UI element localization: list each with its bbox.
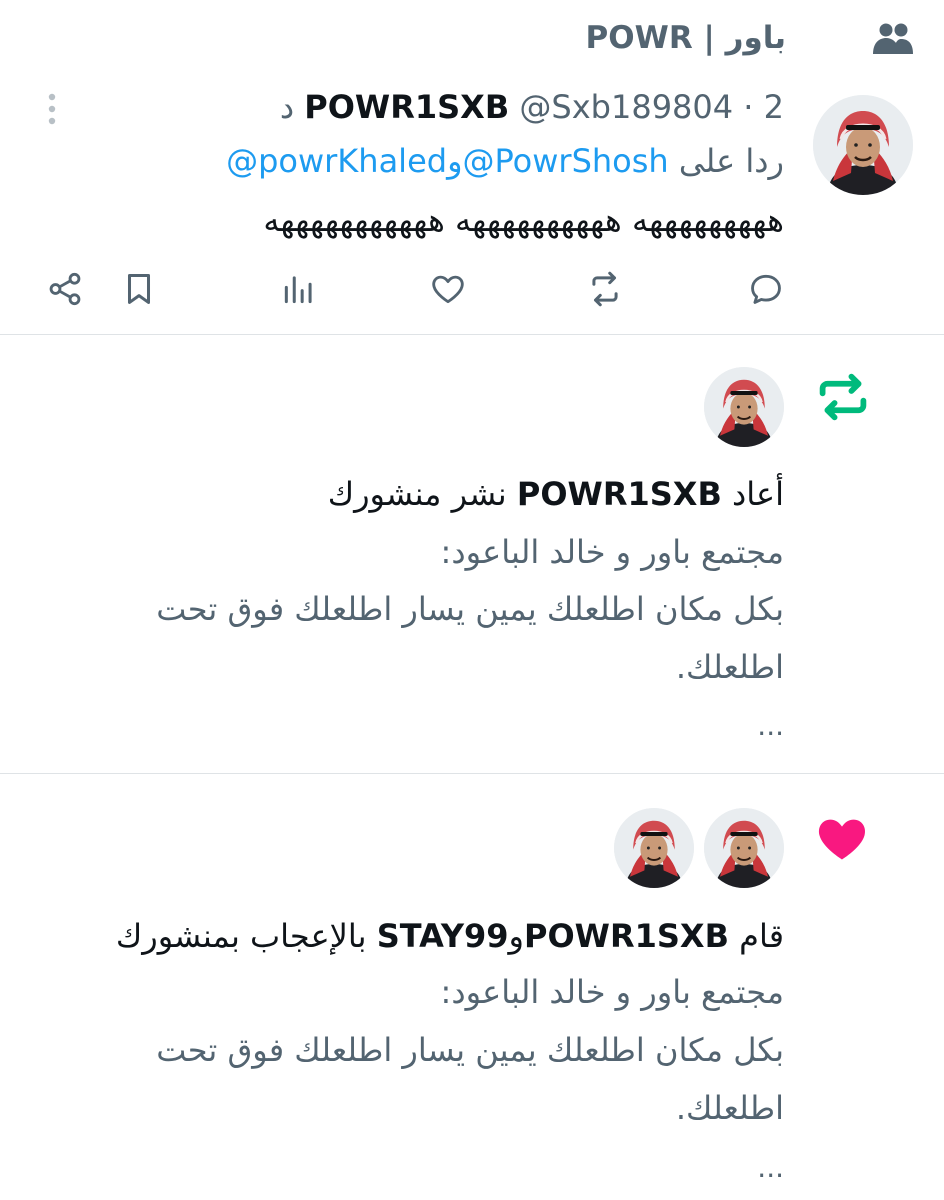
heart-filled-icon xyxy=(815,812,869,862)
handle[interactable]: @Sxb189804 xyxy=(519,88,733,126)
views-icon[interactable] xyxy=(280,270,318,308)
tweet-text: هههههههههه ههههههههههه هههههههههههه xyxy=(263,201,784,239)
post-preview-line: مجتمع باور و خالد الباعود: xyxy=(440,973,784,1011)
notification-title: أعاد POWR1SXB نشر منشورك xyxy=(328,470,784,518)
notification-joiner: و xyxy=(508,917,524,955)
repost-icon[interactable] xyxy=(586,270,624,308)
post-preview-ellipsis: ... xyxy=(757,1151,784,1184)
divider xyxy=(0,334,944,335)
divider xyxy=(0,773,944,774)
avatar[interactable] xyxy=(704,808,784,888)
reply-icon[interactable] xyxy=(747,270,785,308)
separator-dot: · xyxy=(743,88,754,126)
reply-joiner: و xyxy=(447,142,463,180)
reply-context: ردا على @PowrShoshو@powrKhaled xyxy=(226,139,784,183)
post-preview-line: اطلعلك. xyxy=(675,648,784,686)
reply-prefix: ردا على xyxy=(678,142,784,180)
repost-icon xyxy=(812,373,874,421)
post-preview-ellipsis: ... xyxy=(757,709,784,742)
more-icon[interactable] xyxy=(44,92,60,126)
post-preview-line: بكل مكان اطلعلك يمين يسار اطلعلك فوق تحت xyxy=(156,1031,784,1069)
notification-title: قام POWR1SXBوSTAY99 بالإعجاب بمنشورك xyxy=(116,912,784,960)
notification-prefix: قام xyxy=(739,917,784,955)
like-icon[interactable] xyxy=(429,270,467,308)
avatar[interactable] xyxy=(704,367,784,447)
notification-suffix: نشر منشورك xyxy=(327,475,507,513)
reply-mention[interactable]: @powrKhaled xyxy=(226,142,447,180)
post-preview-line: مجتمع باور و خالد الباعود: xyxy=(440,533,784,571)
notification-prefix: أعاد xyxy=(732,475,784,513)
community-icon xyxy=(872,22,914,56)
notification-user[interactable]: POWR1SXB xyxy=(517,475,722,513)
notification-user[interactable]: STAY99 xyxy=(377,917,509,955)
avatar[interactable] xyxy=(614,808,694,888)
share-icon[interactable] xyxy=(46,270,84,308)
post-preview-line: اطلعلك. xyxy=(675,1089,784,1127)
notification-user[interactable]: POWR1SXB xyxy=(524,917,729,955)
bookmark-icon[interactable] xyxy=(120,270,158,308)
display-name[interactable]: POWR1SXB xyxy=(304,88,509,126)
tweet-header: POWR1SXB @Sxb189804 · 2 د xyxy=(280,85,784,129)
notification-suffix: بالإعجاب بمنشورك xyxy=(115,917,367,955)
community-label[interactable]: باور | POWR xyxy=(586,20,786,56)
avatar[interactable] xyxy=(813,95,913,195)
post-preview-line: بكل مكان اطلعلك يمين يسار اطلعلك فوق تحت xyxy=(156,590,784,628)
reply-mention[interactable]: @PowrShosh xyxy=(463,142,669,180)
